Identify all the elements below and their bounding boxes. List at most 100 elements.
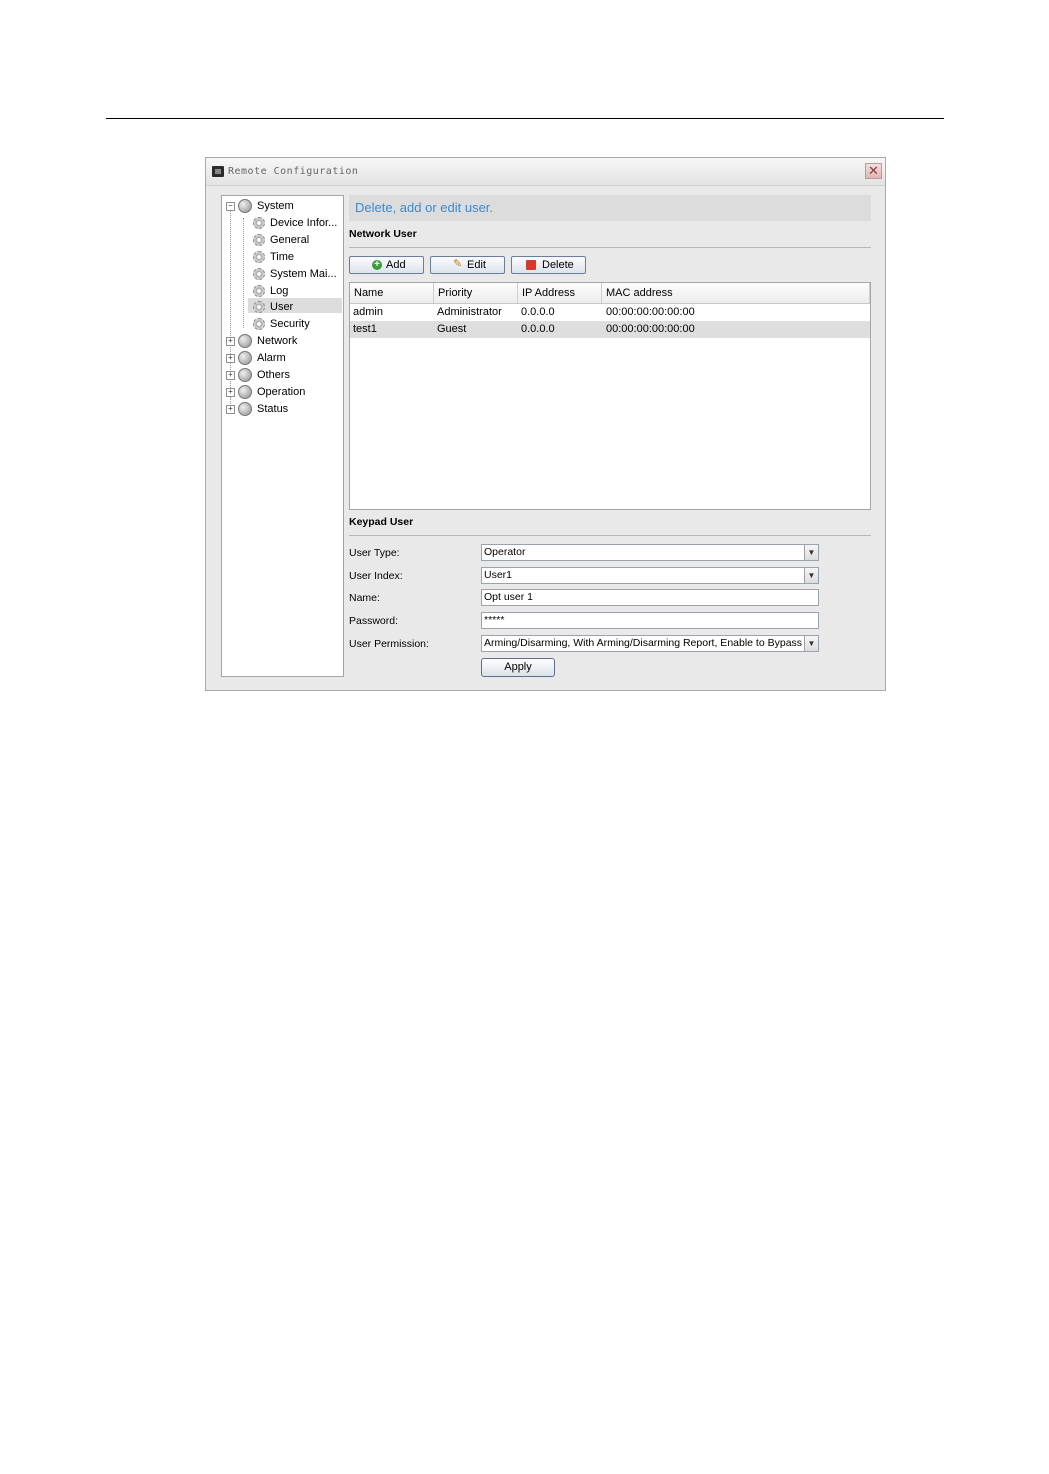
cell-name: test1 <box>353 323 377 335</box>
chevron-down-icon[interactable]: ▼ <box>804 636 818 651</box>
user-permission-select[interactable]: Arming/Disarming, With Arming/Disarming … <box>481 635 819 652</box>
chevron-down-icon[interactable]: ▼ <box>804 545 818 560</box>
globe-icon <box>238 385 252 399</box>
tree-item-label: System <box>257 200 294 212</box>
expand-icon[interactable]: + <box>226 354 235 363</box>
delete-button-label: Delete <box>542 259 574 271</box>
name-value: Opt user 1 <box>484 591 534 603</box>
expand-icon[interactable]: + <box>226 388 235 397</box>
globe-icon <box>238 402 252 416</box>
tree-item-label: Security <box>270 318 310 330</box>
edit-button[interactable]: ✎ Edit <box>430 256 505 274</box>
user-type-select[interactable]: Operator ▼ <box>481 544 819 561</box>
user-index-value: User1 <box>484 569 513 581</box>
tree-item-label: Device Infor... <box>270 217 338 229</box>
delete-icon <box>526 260 536 270</box>
name-label: Name: <box>349 592 380 604</box>
tree-item-status[interactable]: + Status <box>222 401 342 417</box>
column-header-mac-address[interactable]: MAC address <box>602 283 870 303</box>
tree-item-user[interactable]: User <box>222 299 342 315</box>
gear-icon <box>253 268 265 280</box>
edit-button-label: Edit <box>467 259 486 271</box>
password-value: ***** <box>484 614 505 626</box>
window-title: Remote Configuration <box>228 166 359 177</box>
add-icon: + <box>372 260 382 270</box>
page-header: Delete, add or edit user. <box>349 195 871 221</box>
tree-item-device-info[interactable]: Device Infor... <box>222 215 342 231</box>
tree-item-label: User <box>270 301 294 313</box>
chevron-down-icon[interactable]: ▼ <box>804 568 818 583</box>
gear-icon <box>253 217 265 229</box>
title-bar[interactable]: Remote Configuration ✕ <box>206 158 885 186</box>
gear-icon <box>253 318 265 330</box>
user-index-label: User Index: <box>349 570 403 582</box>
tree-item-label: General <box>270 234 310 246</box>
tree-item-others[interactable]: + Others <box>222 367 342 383</box>
column-header-priority[interactable]: Priority <box>434 283 518 303</box>
table-row[interactable]: test1 Guest 0.0.0.0 00:00:00:00:00:00 <box>350 321 870 338</box>
user-permission-label: User Permission: <box>349 638 429 650</box>
divider <box>349 247 871 248</box>
tree-item-system[interactable]: − System <box>222 198 342 214</box>
tree-item-general[interactable]: General <box>222 232 342 248</box>
column-header-ip-address[interactable]: IP Address <box>518 283 602 303</box>
column-header-name[interactable]: Name <box>350 283 434 303</box>
page-rule <box>106 118 944 119</box>
globe-icon <box>238 334 252 348</box>
add-button[interactable]: + Add <box>349 256 424 274</box>
tree-item-operation[interactable]: + Operation <box>222 384 342 400</box>
network-user-table: Name Priority IP Address MAC address adm… <box>349 282 871 510</box>
tree-item-label: Network <box>257 335 298 347</box>
delete-button[interactable]: Delete <box>511 256 586 274</box>
collapse-icon[interactable]: − <box>226 202 235 211</box>
password-input[interactable]: ***** <box>481 612 819 629</box>
expand-icon[interactable]: + <box>226 405 235 414</box>
password-label: Password: <box>349 615 399 627</box>
cell-priority: Administrator <box>437 306 502 318</box>
user-index-select[interactable]: User1 ▼ <box>481 567 819 584</box>
apply-button[interactable]: Apply <box>481 658 555 677</box>
expand-icon[interactable]: + <box>226 371 235 380</box>
app-icon <box>212 166 224 177</box>
tree-item-label: Log <box>270 285 289 297</box>
divider <box>349 535 871 536</box>
cell-name: admin <box>353 306 383 318</box>
close-button[interactable]: ✕ <box>865 163 882 179</box>
globe-icon <box>238 368 252 382</box>
tree-item-security[interactable]: Security <box>222 316 342 332</box>
tree-item-network[interactable]: + Network <box>222 333 342 349</box>
tree-item-label: Status <box>257 403 289 415</box>
table-header: Name Priority IP Address MAC address <box>350 283 870 304</box>
tree-item-time[interactable]: Time <box>222 249 342 265</box>
remote-configuration-window: Remote Configuration ✕ − System Device I… <box>205 157 886 691</box>
gear-icon <box>253 301 265 313</box>
cell-mac-address: 00:00:00:00:00:00 <box>606 323 695 335</box>
cell-ip-address: 0.0.0.0 <box>521 306 555 318</box>
edit-icon: ✎ <box>453 258 463 270</box>
tree-item-label: Others <box>257 369 291 381</box>
tree-item-label: System Mai... <box>270 268 337 280</box>
cell-priority: Guest <box>437 323 467 335</box>
add-button-label: Add <box>386 259 406 271</box>
network-user-title: Network User <box>349 228 417 240</box>
tree-item-label: Time <box>270 251 295 263</box>
globe-icon <box>238 199 252 213</box>
tree-item-alarm[interactable]: + Alarm <box>222 350 342 366</box>
user-type-value: Operator <box>484 546 526 558</box>
name-input[interactable]: Opt user 1 <box>481 589 819 606</box>
user-type-label: User Type: <box>349 547 400 559</box>
gear-icon <box>253 285 265 297</box>
tree-item-label: Operation <box>257 386 306 398</box>
table-row[interactable]: admin Administrator 0.0.0.0 00:00:00:00:… <box>350 304 870 321</box>
expand-icon[interactable]: + <box>226 337 235 346</box>
tree-item-system-maintenance[interactable]: System Mai... <box>222 266 342 282</box>
config-tree: − System Device Infor... General Time Sy… <box>221 195 344 677</box>
gear-icon <box>253 251 265 263</box>
cell-mac-address: 00:00:00:00:00:00 <box>606 306 695 318</box>
cell-ip-address: 0.0.0.0 <box>521 323 555 335</box>
keypad-user-title: Keypad User <box>349 516 414 528</box>
tree-item-log[interactable]: Log <box>222 283 342 299</box>
tree-item-label: Alarm <box>257 352 286 364</box>
gear-icon <box>253 234 265 246</box>
user-permission-value: Arming/Disarming, With Arming/Disarming … <box>484 637 803 649</box>
